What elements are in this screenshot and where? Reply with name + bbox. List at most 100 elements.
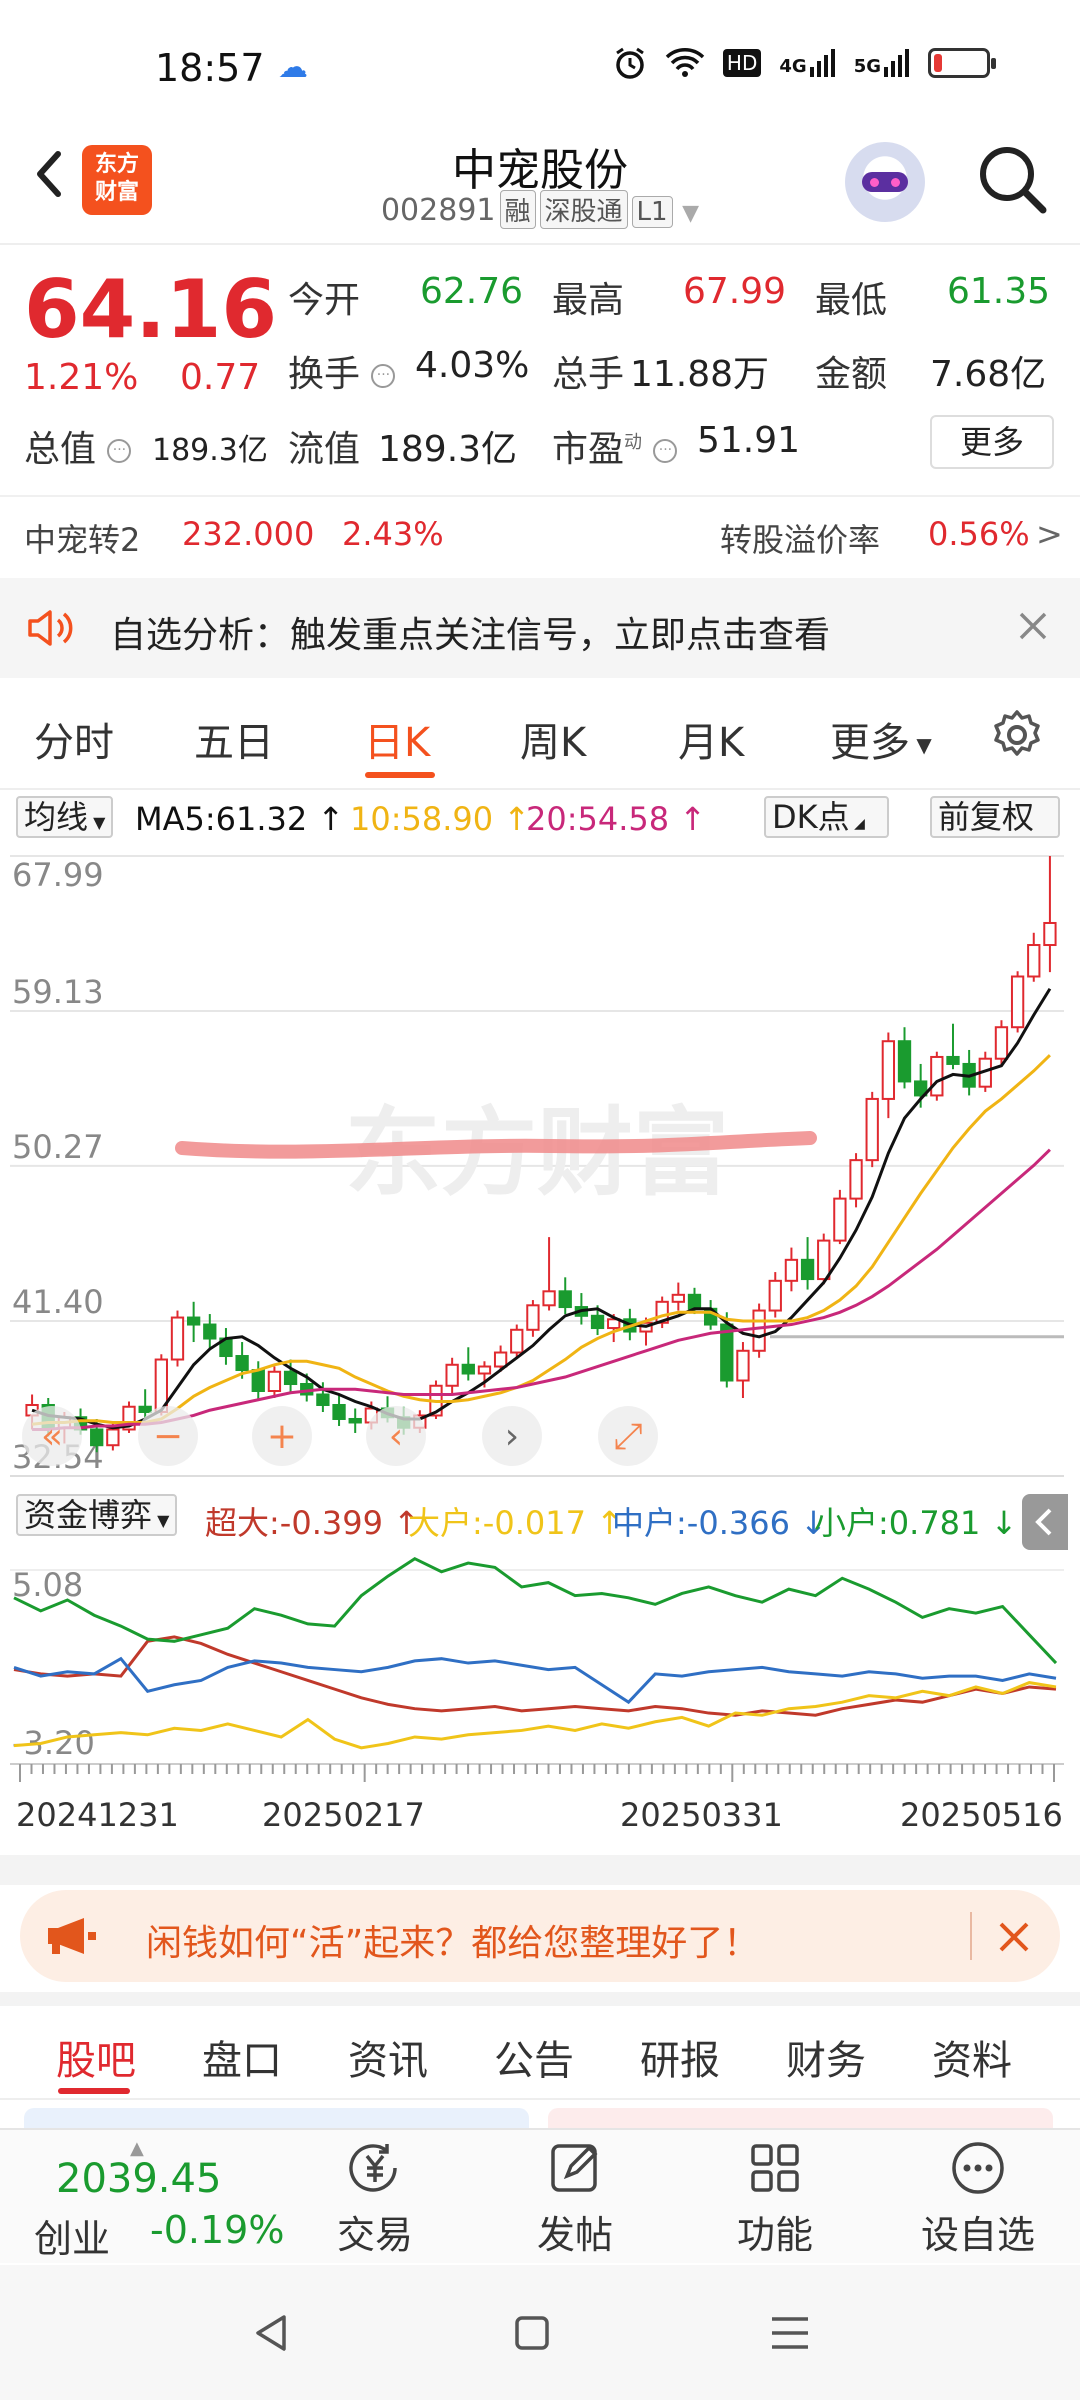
add-watchlist-button[interactable]: 设自选: [908, 2140, 1048, 2259]
nav-menu-icon[interactable]: [770, 2315, 810, 2351]
chevron-right-icon: >: [1036, 515, 1063, 553]
tab-profile[interactable]: 资料: [932, 2028, 1012, 2086]
candle-body: [316, 1393, 330, 1406]
indicator-selector[interactable]: 均线 ▼: [16, 796, 114, 838]
tab-more[interactable]: 更多 ▼: [830, 710, 932, 768]
gear-icon[interactable]: [990, 708, 1044, 762]
analysis-notice[interactable]: 自选分析：触发重点关注信号，立即点击查看: [0, 578, 1080, 678]
bond-percent: 2.43%: [342, 515, 444, 553]
index-percent: -0.19%: [150, 2208, 285, 2252]
stock-header: 东方 财富 中宠股份 002891 融深股通 L1 ▼: [0, 130, 1080, 245]
tab-research[interactable]: 研报: [640, 2028, 720, 2086]
candle-body: [817, 1239, 831, 1281]
candle-body: [558, 1290, 572, 1309]
candle-body: [784, 1258, 799, 1282]
dk-point-button[interactable]: DK点 ◢: [764, 796, 889, 838]
candle-body: [283, 1370, 298, 1386]
premium-label: 转股溢价率: [720, 521, 881, 559]
more-dots-icon: [952, 2142, 1004, 2194]
content-tabs: 股吧 盘口 资讯 公告 研报 财务 资料: [0, 2008, 1080, 2100]
change-value: 0.77: [180, 357, 261, 398]
trade-button[interactable]: 交易: [305, 2140, 445, 2259]
candle-body: [477, 1365, 492, 1375]
candle-body: [994, 1026, 1009, 1060]
date-label: 20250516: [900, 1796, 1063, 1834]
low-value: 61.35: [947, 271, 1051, 312]
card-preview: [24, 2108, 529, 2128]
y-tick-label: 50.27: [12, 1128, 104, 1166]
nav-home-icon[interactable]: [514, 2315, 550, 2351]
scroll-start-button[interactable]: «: [22, 1406, 82, 1466]
system-nav-bar: [0, 2265, 1080, 2400]
assistant-robot-icon[interactable]: [845, 142, 925, 222]
close-icon[interactable]: [1015, 608, 1051, 644]
zoom-in-button-icon: +: [267, 1416, 297, 1457]
scroll-left-button[interactable]: ‹: [366, 1406, 426, 1466]
last-price: 64.16: [24, 263, 278, 356]
close-icon[interactable]: [995, 1918, 1033, 1956]
promo-banner[interactable]: 闲钱如何“活”起来？都给您整理好了！: [20, 1890, 1060, 1982]
index-name: 创业: [34, 2217, 111, 2261]
candle-body: [881, 1040, 896, 1100]
candle-body: [461, 1363, 475, 1375]
convertible-bond-row[interactable]: 中宠转2 232.000 2.43% 转股溢价率 0.56% >: [0, 495, 1080, 575]
promo-text: 闲钱如何“活”起来？都给您整理好了！: [146, 1923, 760, 1964]
search-icon[interactable]: [975, 142, 1049, 216]
date-label: 20250217: [262, 1796, 425, 1834]
candle-body: [1010, 975, 1025, 1029]
ma5-legend: MA5:61.32 ↑: [135, 800, 345, 838]
tab-five-day[interactable]: 五日: [194, 710, 274, 768]
signal-4g-icon: 4G: [779, 49, 835, 77]
info-icon[interactable]: ···: [107, 439, 132, 463]
tab-announcements[interactable]: 公告: [494, 2028, 574, 2086]
float-value: 189.3亿: [378, 429, 518, 470]
tab-news[interactable]: 资讯: [348, 2028, 428, 2086]
candle-body: [90, 1428, 104, 1447]
tab-financials[interactable]: 财务: [786, 2028, 866, 2086]
info-icon[interactable]: ···: [653, 439, 678, 463]
tab-order-book[interactable]: 盘口: [202, 2028, 282, 2086]
amount-label: 金额: [815, 354, 888, 395]
nav-back-icon[interactable]: [252, 2313, 292, 2353]
pe-dynamic-sup: 动: [624, 432, 643, 453]
candle-body: [106, 1428, 120, 1447]
change-percent: 1.21%: [24, 357, 139, 398]
fund-selector[interactable]: 资金博弈 ▼: [16, 1494, 178, 1536]
tab-weekly-k[interactable]: 周K: [520, 710, 586, 768]
tab-daily-k[interactable]: 日K: [364, 710, 430, 768]
zoom-out-button[interactable]: −: [138, 1406, 198, 1466]
candle-body: [1027, 944, 1041, 978]
candle-body: [542, 1290, 556, 1307]
yuan-icon: [349, 2144, 397, 2192]
fullscreen-button[interactable]: ⤢: [598, 1406, 658, 1466]
tab-intraday[interactable]: 分时: [34, 710, 114, 768]
margin-tag: 融: [499, 190, 536, 229]
medium-legend: 中户:-0.366 ↓: [612, 1504, 827, 1542]
tab-monthly-k[interactable]: 月K: [678, 710, 744, 768]
adjust-button[interactable]: 前复权: [930, 796, 1060, 838]
connect-tag: 深股通: [539, 190, 628, 229]
stock-code: 002891: [380, 193, 496, 228]
mktcap-label: 总值: [24, 429, 97, 470]
y-tick-label: 41.40: [12, 1283, 104, 1321]
battery-icon: [928, 48, 996, 78]
candle-body: [736, 1349, 750, 1382]
large-legend: 大户:-0.017 ↑: [408, 1504, 623, 1542]
zoom-in-button[interactable]: +: [252, 1406, 312, 1466]
fund-flow-chart[interactable]: 5.08 -3.20: [10, 1550, 1064, 1782]
collapse-panel-button[interactable]: [1022, 1494, 1068, 1550]
y-tick-label: 5.08: [12, 1566, 83, 1604]
pe-value: 51.91: [697, 420, 801, 461]
tab-forum[interactable]: 股吧: [56, 2028, 136, 2086]
functions-button[interactable]: 功能: [705, 2140, 845, 2259]
speaker-icon: [28, 610, 73, 646]
kline-chart[interactable]: 67.9959.1350.2741.4032.54东方财富«−+‹›⤢: [10, 846, 1064, 1486]
fund-flow-legend: 资金博弈 ▼ 超大:-0.399 ↑ 大户:-0.017 ↑ 中户:-0.366…: [0, 1490, 1080, 1546]
more-quote-button[interactable]: 更多: [930, 415, 1054, 469]
info-icon[interactable]: ···: [371, 364, 396, 388]
candle-body: [251, 1369, 265, 1393]
post-button[interactable]: 发帖: [505, 2140, 645, 2259]
candle-body: [445, 1363, 459, 1387]
super-large-legend: 超大:-0.399 ↑: [205, 1504, 420, 1542]
scroll-right-button[interactable]: ›: [482, 1406, 542, 1466]
